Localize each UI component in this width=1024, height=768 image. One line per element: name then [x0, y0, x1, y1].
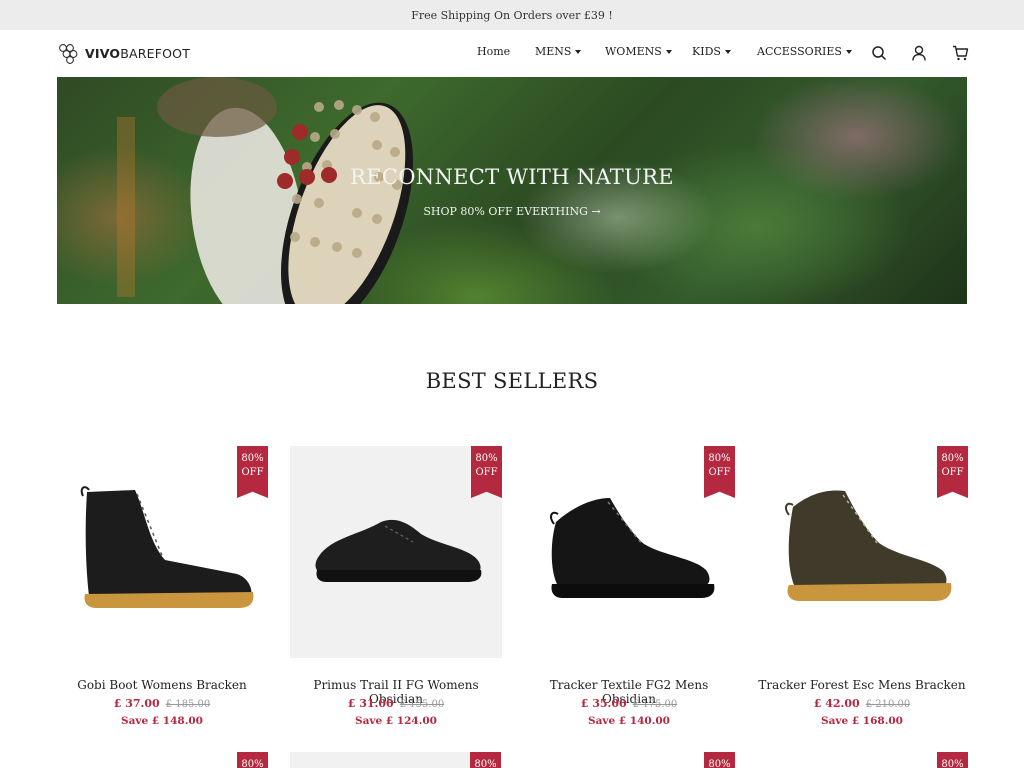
badge-off: OFF	[708, 467, 731, 478]
product-name[interactable]: Gobi Boot Womens Bracken	[56, 678, 268, 692]
savings-text: Save £ 148.00	[121, 715, 203, 727]
best-sellers-heading: BEST SELLERS	[425, 369, 599, 393]
sale-price: £ 37.00	[113, 697, 160, 710]
discount-badge: 80%	[237, 752, 268, 768]
product-image[interactable]	[523, 446, 735, 658]
savings-text: Save £ 168.00	[821, 715, 903, 727]
brand-name-rest: BAREFOOT	[120, 45, 191, 61]
discount-badge: 80%	[937, 752, 968, 768]
product-card[interactable]: 80% OFF Tracker Textile FG2 Mens Obsidian…	[523, 446, 735, 768]
caret-down-icon	[845, 49, 852, 54]
discount-badge: 80%	[470, 752, 501, 768]
hero-shop-link[interactable]: SHOP 80% OFF EVERTHING →	[57, 205, 967, 218]
search-icon	[872, 46, 887, 61]
caret-down-icon	[665, 49, 672, 54]
badge-percent: 80%	[941, 759, 964, 768]
caret-down-icon	[575, 49, 582, 54]
product-name[interactable]: Tracker Forest Esc Mens Bracken	[756, 678, 968, 692]
badge-percent: 80%	[708, 453, 731, 464]
badge-off: OFF	[241, 467, 264, 478]
nav-home-label: Home	[477, 45, 511, 58]
nav-womens[interactable]: WOMENS	[605, 45, 672, 58]
cart-icon	[952, 45, 968, 61]
brand-name-bold: VIVO	[85, 45, 121, 61]
hero-image	[117, 77, 413, 304]
search-button[interactable]	[868, 42, 890, 64]
badge-percent: 80%	[475, 453, 498, 464]
badge-off: OFF	[941, 467, 964, 478]
nav-kids-label: KIDS	[692, 45, 721, 58]
announcement-bar: Free Shipping On Orders over £39 !	[0, 0, 1024, 30]
discount-badge: 80% OFF	[937, 446, 968, 498]
sale-price: £ 42.00	[813, 697, 860, 710]
product-image[interactable]	[56, 446, 268, 658]
account-icon	[912, 45, 926, 61]
discount-badge: 80% OFF	[471, 446, 502, 498]
product-image[interactable]	[290, 446, 502, 658]
discount-badge: 80% OFF	[704, 446, 735, 498]
nav-womens-label: WOMENS	[605, 45, 662, 58]
brand-logo[interactable]: VIVOBAREFOOT	[57, 41, 190, 65]
discount-badge: 80%	[704, 752, 735, 768]
price-row: £ 35.00 £ 175.00	[523, 697, 735, 710]
sale-price: £ 31.00	[347, 697, 394, 710]
hero-title: RECONNECT WITH NATURE	[350, 165, 674, 189]
sale-price: £ 35.00	[580, 697, 627, 710]
product-card[interactable]: 80% OFF Tracker Forest Esc Mens Bracken £…	[756, 446, 968, 768]
savings-text: Save £ 124.00	[355, 715, 437, 727]
nav-accessories-label: ACCESSORIES	[757, 45, 842, 58]
original-price: £ 155.00	[399, 699, 445, 710]
tall-boot-icon	[80, 486, 254, 608]
trail-shoe-icon	[315, 519, 482, 582]
nav-home[interactable]: Home	[477, 45, 510, 58]
original-price: £ 210.00	[865, 699, 911, 710]
brand-name: VIVOBAREFOOT	[85, 46, 190, 61]
nav-mens-label: MENS	[535, 45, 572, 58]
nav-accessories[interactable]: ACCESSORIES	[757, 45, 852, 58]
product-card[interactable]: 80% OFF Gobi Boot Womens Bracken £ 37.00 £…	[56, 446, 268, 768]
caret-down-icon	[724, 49, 731, 54]
original-price: £ 175.00	[632, 699, 678, 710]
logo-hexagon-icon	[59, 44, 78, 64]
nav-kids[interactable]: KIDS	[692, 45, 731, 58]
price-row: £ 31.00 £ 155.00	[290, 697, 502, 710]
announcement-text: Free Shipping On Orders over £39 !	[411, 8, 613, 22]
nav-mens[interactable]: MENS	[535, 45, 582, 58]
badge-percent: 80%	[241, 453, 264, 464]
badge-percent: 80%	[708, 759, 731, 768]
account-button[interactable]	[908, 42, 930, 64]
product-card[interactable]: 80% OFF Primus Trail II FG Womens Obsidia…	[290, 446, 502, 768]
product-image[interactable]	[756, 446, 968, 658]
discount-badge: 80% OFF	[237, 446, 268, 498]
hiking-boot-brown-icon	[785, 490, 952, 601]
product-image[interactable]	[290, 752, 470, 768]
badge-percent: 80%	[941, 453, 964, 464]
price-row: £ 42.00 £ 210.00	[756, 697, 968, 710]
site-header: VIVOBAREFOOT Home MENS WOMENS KIDS ACCES…	[0, 30, 1024, 76]
price-row: £ 37.00 £ 185.00	[56, 697, 268, 710]
badge-percent: 80%	[474, 759, 497, 768]
hiking-boot-icon	[550, 498, 715, 598]
savings-text: Save £ 140.00	[588, 715, 670, 727]
cart-button[interactable]	[949, 42, 971, 64]
badge-off: OFF	[475, 467, 498, 478]
original-price: £ 185.00	[165, 699, 211, 710]
badge-percent: 80%	[241, 759, 264, 768]
hero-banner[interactable]: RECONNECT WITH NATURE SHOP 80% OFF EVERT…	[57, 77, 967, 304]
